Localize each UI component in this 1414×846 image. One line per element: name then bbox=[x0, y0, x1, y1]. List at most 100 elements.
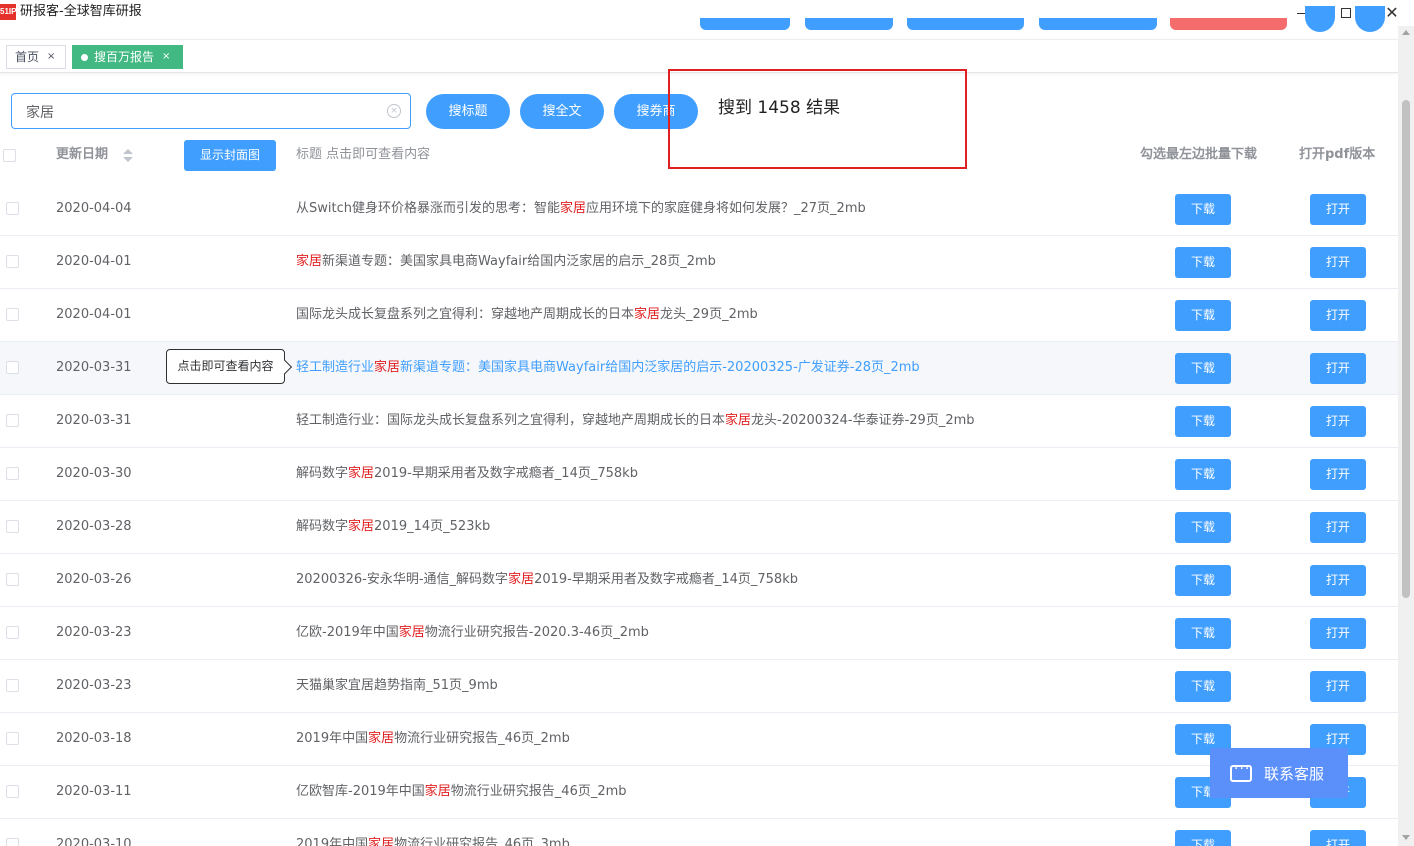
row-checkbox[interactable] bbox=[6, 626, 19, 639]
title-text: 2019年中国 bbox=[296, 837, 369, 846]
open-pdf-button[interactable]: 打开 bbox=[1310, 406, 1366, 437]
table-row[interactable]: 2020-04-01 国际龙头成长复盘系列之宜得利：穿越地产周期成长的日本家居龙头… bbox=[0, 289, 1398, 342]
row-checkbox[interactable] bbox=[6, 467, 19, 480]
row-checkbox[interactable] bbox=[6, 573, 19, 586]
keyword-highlight: 家居 bbox=[424, 784, 451, 799]
row-title-link[interactable]: 2019年中国家居物流行业研究报告_46页_2mb bbox=[296, 730, 570, 748]
search-box[interactable]: × bbox=[11, 93, 411, 129]
tab-home[interactable]: 首页 × bbox=[6, 45, 66, 69]
table-row[interactable]: 2020-03-18 2019年中国家居物流行业研究报告_46页_2mb 下载 打开 bbox=[0, 713, 1398, 766]
download-button[interactable]: 下载 bbox=[1175, 194, 1231, 225]
row-title-link[interactable]: 从Switch健身环价格暴涨而引发的思考：智能家居应用环境下的家庭健身将如何发展… bbox=[296, 200, 866, 218]
row-date: 2020-03-30 bbox=[56, 466, 132, 481]
open-pdf-button[interactable]: 打开 bbox=[1310, 300, 1366, 331]
row-checkbox[interactable] bbox=[6, 308, 19, 321]
table-row[interactable]: 2020-03-23 亿欧-2019年中国家居物流行业研究报告-2020.3-46… bbox=[0, 607, 1398, 660]
keyword-highlight: 家居 bbox=[559, 201, 586, 216]
select-all-checkbox[interactable] bbox=[3, 149, 16, 162]
row-checkbox[interactable] bbox=[6, 838, 19, 846]
open-pdf-button[interactable]: 打开 bbox=[1310, 618, 1366, 649]
scroll-down-icon[interactable] bbox=[1402, 835, 1410, 840]
row-title-link[interactable]: 20200326-安永华明-通信_解码数字家居2019-早期采用者及数字戒瘾者_… bbox=[296, 571, 798, 589]
row-checkbox[interactable] bbox=[6, 414, 19, 427]
row-title-link[interactable]: 天猫巢家宜居趋势指南_51页_9mb bbox=[296, 677, 498, 695]
table-row[interactable]: 2020-03-11 亿欧智库-2019年中国家居物流行业研究报告_46页_2mb… bbox=[0, 766, 1398, 819]
download-button[interactable]: 下载 bbox=[1175, 459, 1231, 490]
download-button[interactable]: 下载 bbox=[1175, 247, 1231, 278]
column-date[interactable]: 更新日期 bbox=[56, 146, 108, 164]
row-date: 2020-04-01 bbox=[56, 307, 132, 322]
download-button[interactable]: 下载 bbox=[1175, 512, 1231, 543]
row-checkbox[interactable] bbox=[6, 202, 19, 215]
table-row[interactable]: 2020-03-30 解码数字家居2019-早期采用者及数字戒瘾者_14页_758… bbox=[0, 448, 1398, 501]
row-date: 2020-04-01 bbox=[56, 254, 132, 269]
tab-close-icon[interactable]: × bbox=[162, 46, 170, 68]
row-checkbox[interactable] bbox=[6, 361, 19, 374]
table-row[interactable]: 2020-03-26 20200326-安永华明-通信_解码数字家居2019-早期… bbox=[0, 554, 1398, 607]
row-date: 2020-03-10 bbox=[56, 837, 132, 846]
open-pdf-button[interactable]: 打开 bbox=[1310, 194, 1366, 225]
download-button[interactable]: 下载 bbox=[1175, 353, 1231, 384]
scroll-thumb[interactable] bbox=[1402, 100, 1410, 598]
row-title-link[interactable]: 解码数字家居2019-早期采用者及数字戒瘾者_14页_758kb bbox=[296, 465, 638, 483]
contact-support-button[interactable]: 联系客服 bbox=[1210, 748, 1348, 798]
highlight-box bbox=[668, 69, 967, 169]
open-pdf-button[interactable]: 打开 bbox=[1310, 247, 1366, 278]
table-row[interactable]: 2020-03-10 2019年中国家居物流行业研究报告_46页_3mb 下载 打开 bbox=[0, 819, 1398, 846]
show-cover-button[interactable]: 显示封面图 bbox=[184, 140, 276, 171]
search-title-button[interactable]: 搜标题 bbox=[426, 94, 510, 129]
row-date: 2020-03-23 bbox=[56, 678, 132, 693]
table-row[interactable]: 2020-03-28 解码数字家居2019_14页_523kb 下载 打开 bbox=[0, 501, 1398, 554]
row-title-link[interactable]: 国际龙头成长复盘系列之宜得利：穿越地产周期成长的日本家居龙头_29页_2mb bbox=[296, 306, 758, 324]
table-row[interactable]: 2020-03-23 天猫巢家宜居趋势指南_51页_9mb 下载 打开 bbox=[0, 660, 1398, 713]
open-pdf-button[interactable]: 打开 bbox=[1310, 459, 1366, 490]
row-title-link[interactable]: 2019年中国家居物流行业研究报告_46页_3mb bbox=[296, 836, 570, 846]
download-button[interactable]: 下载 bbox=[1175, 830, 1231, 846]
toolbar-avatar-stub[interactable] bbox=[1355, 6, 1385, 32]
row-title-link[interactable]: 解码数字家居2019_14页_523kb bbox=[296, 518, 490, 536]
toolbar-button-stub[interactable] bbox=[1039, 18, 1157, 30]
row-checkbox[interactable] bbox=[6, 520, 19, 533]
row-title-link[interactable]: 轻工制造行业：国际龙头成长复盘系列之宜得利，穿越地产周期成长的日本家居龙头-20… bbox=[296, 412, 975, 430]
scroll-up-icon[interactable] bbox=[1402, 30, 1410, 35]
row-checkbox[interactable] bbox=[6, 732, 19, 745]
sort-icon[interactable] bbox=[123, 149, 133, 163]
row-title-link[interactable]: 亿欧智库-2019年中国家居物流行业研究报告_46页_2mb bbox=[296, 783, 627, 801]
toolbar-button-stub[interactable] bbox=[805, 18, 893, 30]
keyword-highlight: 家居 bbox=[368, 731, 395, 746]
keyword-highlight: 家居 bbox=[725, 413, 752, 428]
title-text: 解码数字 bbox=[296, 466, 349, 481]
download-button[interactable]: 下载 bbox=[1175, 565, 1231, 596]
title-text: 物流行业研究报告-2020.3-46页_2mb bbox=[424, 625, 649, 640]
search-fulltext-button[interactable]: 搜全文 bbox=[520, 94, 604, 129]
search-input[interactable] bbox=[26, 102, 376, 122]
row-title-link[interactable]: 家居新渠道专题：美国家具电商Wayfair给国内泛家居的启示_28页_2mb bbox=[296, 253, 716, 271]
table-row[interactable]: 2020-03-31 轻工制造行业：国际龙头成长复盘系列之宜得利，穿越地产周期成长… bbox=[0, 395, 1398, 448]
tab-close-icon[interactable]: × bbox=[47, 46, 55, 68]
open-pdf-button[interactable]: 打开 bbox=[1310, 671, 1366, 702]
download-button[interactable]: 下载 bbox=[1175, 300, 1231, 331]
open-pdf-button[interactable]: 打开 bbox=[1310, 353, 1366, 384]
title-text: 轻工制造行业 bbox=[296, 360, 375, 375]
table-row[interactable]: 2020-04-01 家居新渠道专题：美国家具电商Wayfair给国内泛家居的启示… bbox=[0, 236, 1398, 289]
download-button[interactable]: 下载 bbox=[1175, 406, 1231, 437]
toolbar-avatar-stub[interactable] bbox=[1305, 6, 1335, 32]
table-row[interactable]: 2020-04-04 从Switch健身环价格暴涨而引发的思考：智能家居应用环境下… bbox=[0, 183, 1398, 236]
tab-search-reports[interactable]: 搜百万报告 × bbox=[72, 45, 183, 69]
row-title-link[interactable]: 亿欧-2019年中国家居物流行业研究报告-2020.3-46页_2mb bbox=[296, 624, 649, 642]
toolbar-button-stub[interactable] bbox=[700, 18, 790, 30]
scrollbar[interactable] bbox=[1398, 26, 1414, 846]
clear-icon[interactable]: × bbox=[387, 104, 401, 118]
open-pdf-button[interactable]: 打开 bbox=[1310, 830, 1366, 846]
download-button[interactable]: 下载 bbox=[1175, 671, 1231, 702]
row-title-link[interactable]: 轻工制造行业家居新渠道专题：美国家具电商Wayfair给国内泛家居的启示-202… bbox=[296, 359, 920, 377]
download-button[interactable]: 下载 bbox=[1175, 618, 1231, 649]
row-checkbox[interactable] bbox=[6, 679, 19, 692]
open-pdf-button[interactable]: 打开 bbox=[1310, 565, 1366, 596]
row-checkbox[interactable] bbox=[6, 785, 19, 798]
row-checkbox[interactable] bbox=[6, 255, 19, 268]
toolbar-button-stub[interactable] bbox=[907, 18, 1024, 30]
open-pdf-button[interactable]: 打开 bbox=[1310, 512, 1366, 543]
active-dot-icon bbox=[81, 53, 88, 61]
toolbar-button-stub[interactable] bbox=[1170, 18, 1287, 30]
